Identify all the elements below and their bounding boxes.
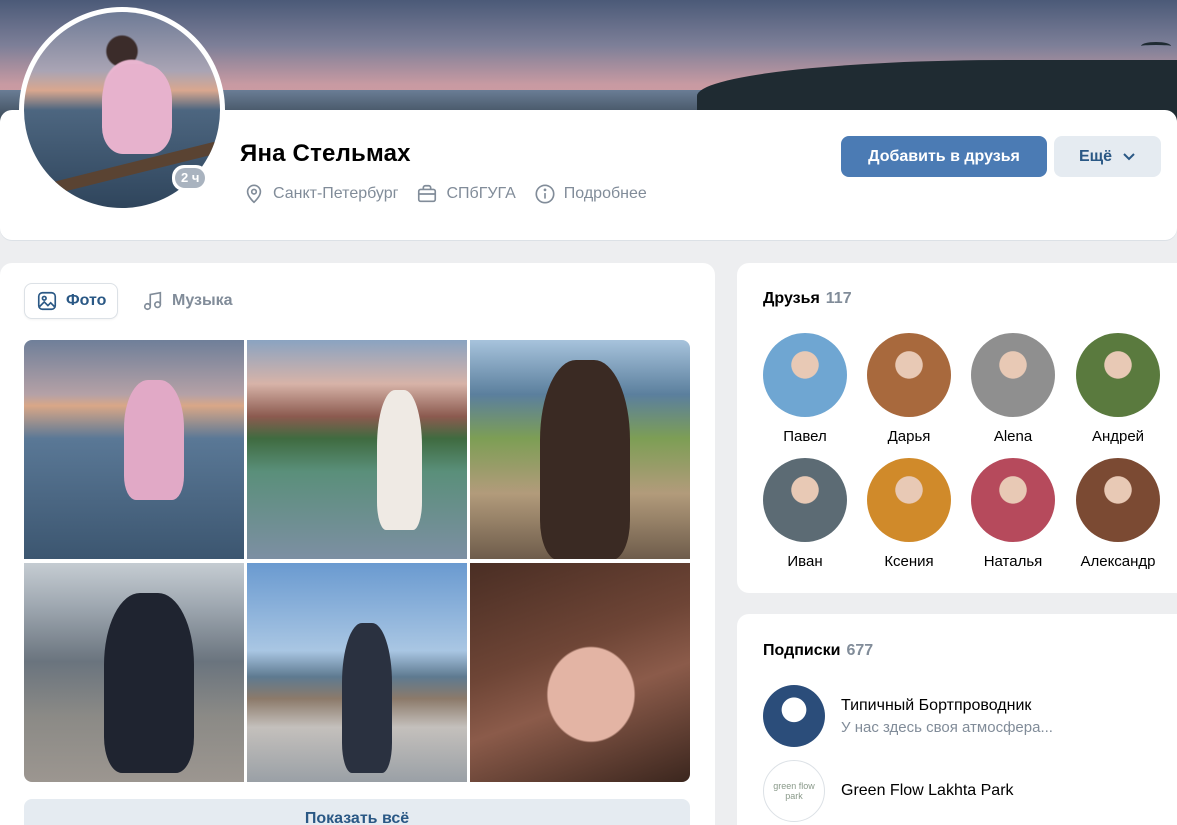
photo-thumbnail[interactable] [24, 340, 244, 559]
profile-info-row: Санкт-Петербург СПбГУГА Подробнее [243, 181, 647, 207]
subscriptions-count: 677 [846, 642, 874, 659]
photo-thumbnail[interactable] [247, 340, 467, 559]
university-label: СПбГУГА [446, 185, 516, 202]
friends-title: Друзья [763, 290, 820, 307]
friend-item[interactable]: Наталья [963, 458, 1063, 570]
friend-name: Андрей [1091, 428, 1145, 445]
photo-thumbnail[interactable] [470, 340, 690, 559]
last-seen-badge: 2 ч [172, 165, 209, 191]
info-city[interactable]: Санкт-Петербург [243, 183, 398, 205]
subscription-name: Типичный Бортпроводник [841, 696, 1032, 714]
tab-photos[interactable]: Фото [24, 283, 119, 319]
friend-item[interactable]: Иван [755, 458, 855, 570]
friend-name: Павел [783, 428, 827, 445]
friend-avatar [1076, 458, 1160, 542]
profile-name: Яна Стельмах [240, 140, 411, 167]
more-button[interactable]: Ещё [1054, 136, 1161, 177]
photos-card: Фото Музыка Показать всё [0, 263, 715, 825]
photo-thumbnail[interactable] [247, 563, 467, 782]
photo-figure [540, 360, 630, 559]
image-icon [37, 291, 57, 311]
friend-item[interactable]: Alena [963, 333, 1063, 445]
info-details[interactable]: Подробнее [534, 183, 647, 205]
logo-text: green flow park [773, 781, 815, 801]
subscription-desc: У нас здесь своя атмосфера... [841, 718, 1053, 736]
location-pin-icon [246, 184, 262, 204]
briefcase-icon [418, 184, 437, 203]
info-education[interactable]: СПбГУГА [416, 183, 516, 205]
subscriptions-title: Подписки [763, 642, 841, 659]
subscription-item[interactable]: Типичный Бортпроводник У нас здесь своя … [763, 685, 1053, 747]
friend-name: Ксения [884, 553, 934, 570]
friends-count: 117 [825, 290, 852, 307]
friend-avatar [971, 333, 1055, 417]
friend-item[interactable]: Андрей [1068, 333, 1168, 445]
add-friend-button[interactable]: Добавить в друзья [841, 136, 1047, 177]
friend-avatar [867, 458, 951, 542]
last-seen-text: 2 ч [175, 168, 206, 188]
show-all-photos-button[interactable]: Показать всё [24, 799, 690, 825]
subscriptions-card: Подписки 677 Типичный Бортпроводник У нас… [737, 614, 1177, 825]
friend-avatar [971, 458, 1055, 542]
friend-name: Наталья [983, 553, 1043, 570]
photo-thumbnail[interactable] [24, 563, 244, 782]
friend-item[interactable]: Александр [1068, 458, 1168, 570]
photo-thumbnail[interactable] [470, 563, 690, 782]
subscriptions-header[interactable]: Подписки 677 [763, 642, 873, 660]
subscription-item[interactable]: green flow park Green Flow Lakhta Park [763, 760, 1014, 822]
friend-name: Дарья [887, 428, 931, 445]
friend-avatar [1076, 333, 1160, 417]
more-label: Ещё [1078, 147, 1113, 165]
friends-card: Друзья 117 Павел Дарья Alena Андрей Иван Ксени… [737, 263, 1177, 593]
green-flow-logo: green flow park [763, 760, 825, 822]
tab-music-label: Музыка [172, 292, 233, 309]
friend-avatar [867, 333, 951, 417]
avatar-figure [102, 64, 172, 154]
details-label: Подробнее [563, 185, 647, 202]
friend-avatar [763, 333, 847, 417]
music-note-icon [143, 291, 162, 311]
subscription-name: Green Flow Lakhta Park [841, 782, 1014, 799]
friend-item[interactable]: Дарья [859, 333, 959, 445]
friend-item[interactable]: Ксения [859, 458, 959, 570]
friend-avatar [763, 458, 847, 542]
photo-grid [24, 340, 690, 783]
photo-figure [124, 380, 184, 500]
cover-bird [1141, 42, 1171, 50]
subscription-avatar [763, 685, 825, 747]
tab-music[interactable]: Музыка [142, 283, 233, 319]
friend-name: Иван [787, 553, 823, 570]
friends-header[interactable]: Друзья 117 [763, 290, 852, 308]
friend-name: Alena [993, 428, 1033, 445]
info-icon [535, 184, 555, 204]
photo-figure [377, 390, 422, 530]
photo-figure [342, 623, 392, 773]
friend-name: Александр [1080, 553, 1156, 570]
tab-photos-label: Фото [66, 292, 107, 309]
friend-item[interactable]: Павел [755, 333, 855, 445]
city-label: Санкт-Петербург [273, 185, 399, 202]
photo-figure [104, 593, 194, 773]
chevron-down-icon [1123, 152, 1135, 160]
